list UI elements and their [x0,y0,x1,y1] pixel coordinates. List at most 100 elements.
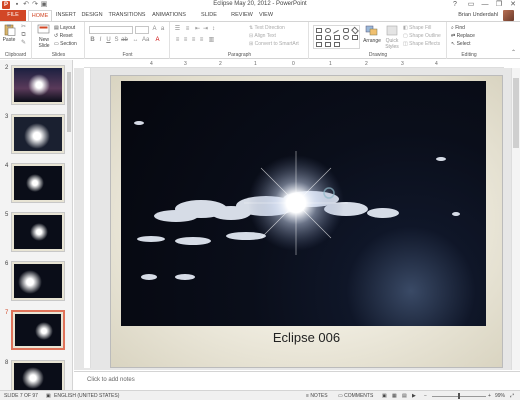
eclipse-photo[interactable] [121,81,486,326]
textbox-shape-icon[interactable] [316,35,322,40]
thumbnail-scroll-thumb[interactable] [67,72,71,132]
find-button[interactable]: ⌕ Find [451,25,465,32]
slide-thumbnail[interactable] [11,360,65,390]
tab-animations[interactable]: ANIMATIONS [150,10,188,21]
align-right-icon[interactable]: ≡ [190,37,197,44]
shape-fill-button[interactable]: ◧ Shape Fill [403,25,431,32]
arrow-shape-icon[interactable] [334,35,340,40]
help-button[interactable]: ? [448,0,462,10]
oval-shape-icon[interactable] [325,28,331,33]
shadow-icon[interactable]: S [113,37,120,44]
slideshow-view-icon[interactable]: ▶ [412,393,416,399]
avatar[interactable] [503,10,514,21]
slide-thumbnail[interactable] [11,212,65,252]
font-size-box[interactable] [135,26,149,34]
grow-font-icon[interactable]: A [151,26,158,33]
tab-design[interactable]: DESIGN [80,10,104,21]
ruler-mark: 3 [184,61,187,67]
notes-pane[interactable]: Click to add notes [74,371,520,389]
change-case-icon[interactable]: Aa [142,37,149,44]
arrange-button[interactable]: Arrange [363,25,381,44]
tab-transitions[interactable]: TRANSITIONS [108,10,146,21]
tab-slide-show[interactable]: SLIDE SHOW [192,10,226,29]
tab-file[interactable]: FILE [0,10,26,21]
convert-smartart-button[interactable]: ⊞ Convert to SmartArt [249,41,299,48]
slide-thumbnail[interactable] [11,114,65,154]
bold-icon[interactable]: B [89,37,96,44]
tab-view[interactable]: VIEW [257,10,275,21]
decrease-indent-icon[interactable]: ⇤ [194,26,201,33]
diamond-shape-icon[interactable] [351,26,359,35]
layout-button[interactable]: ▤ Layout [54,25,75,32]
rectangle-shape-icon[interactable] [316,28,322,33]
vertical-scrollbar[interactable] [511,68,520,370]
cut-icon[interactable]: ✂ [20,24,27,31]
italic-icon[interactable]: I [97,37,104,44]
rounded-rect-shape-icon[interactable] [343,28,349,33]
font-color-icon[interactable]: A [154,37,161,44]
text-direction-button[interactable]: ⇅ Text Direction [249,25,285,32]
format-painter-icon[interactable]: ✎ [20,40,27,47]
restore-button[interactable]: ❐ [492,0,506,10]
char-spacing-icon[interactable]: ↔ [132,37,139,44]
notes-button[interactable]: ≡ NOTES [306,393,328,399]
zoom-out-icon[interactable]: − [424,393,427,399]
triangle-shape-icon[interactable] [352,35,358,40]
quick-styles-icon [386,25,398,36]
center-icon[interactable]: ≡ [182,37,189,44]
tab-insert[interactable]: INSERT [55,10,77,21]
zoom-level[interactable]: 99% [495,393,505,399]
columns-icon[interactable]: ▥ [208,37,215,44]
numbering-icon[interactable]: ≡ [184,26,191,33]
align-text-button[interactable]: ⊟ Align Text [249,33,276,40]
normal-view-icon[interactable]: ▣ [382,393,387,399]
new-slide-button[interactable]: New Slide [35,24,53,49]
callout-shape-icon[interactable] [316,42,322,47]
fit-slide-icon[interactable]: ⤢ [510,393,514,399]
zoom-slider-handle[interactable] [458,393,460,399]
brace-shape-icon[interactable] [325,42,331,47]
reset-label: Reset [59,33,73,39]
paste-button[interactable]: Paste [1,24,17,43]
shape-effects-button[interactable]: ◫ Shape Effects [403,41,440,48]
ribbon-display-options-icon[interactable]: ▭ [464,0,478,10]
circle-shape-icon[interactable] [343,35,349,40]
slide-thumbnail[interactable] [11,65,65,105]
strikethrough-icon[interactable]: ab [121,37,128,44]
justify-icon[interactable]: ≡ [198,37,205,44]
line-spacing-icon[interactable]: ↕ [210,26,217,33]
slide-thumbnail-selected[interactable] [11,310,65,350]
replace-button[interactable]: ⇄ Replace [451,33,475,40]
shapes-gallery[interactable] [313,25,360,49]
font-name-box[interactable] [89,26,133,34]
bullets-icon[interactable]: ☰ [174,26,181,33]
section-button[interactable]: ▭ Section [54,41,77,48]
zoom-in-icon[interactable]: + [488,393,491,399]
shrink-font-icon[interactable]: a [159,26,166,33]
spell-check-icon[interactable]: ▣ [46,393,51,399]
reset-button[interactable]: ↺ Reset [54,33,73,40]
copy-icon[interactable]: ⧉ [20,32,27,39]
scroll-thumb[interactable] [513,78,519,148]
slide-caption[interactable]: Eclipse 006 [110,330,503,345]
language-status[interactable]: ENGLISH (UNITED STATES) [54,393,119,399]
arc-shape-icon[interactable] [325,35,331,40]
select-button[interactable]: ↖ Select [451,41,471,48]
slide-thumbnail[interactable] [11,261,65,301]
slide-sorter-icon[interactable]: ▦ [392,393,397,399]
close-button[interactable]: ✕ [506,0,520,10]
shape-outline-button[interactable]: ▢ Shape Outline [403,33,441,40]
thumbnail-scrollbar[interactable] [67,64,71,384]
align-left-icon[interactable]: ≡ [174,37,181,44]
underline-icon[interactable]: U [105,37,112,44]
minimize-button[interactable]: — [478,0,492,10]
collapse-ribbon-icon[interactable]: ⌃ [511,49,516,56]
comments-button[interactable]: ▭ COMMENTS [338,393,373,399]
slide-thumbnail[interactable] [11,163,65,203]
quick-styles-button[interactable]: Quick Styles [383,25,401,50]
increase-indent-icon[interactable]: ⇥ [202,26,209,33]
reading-view-icon[interactable]: ▤ [402,393,407,399]
star-shape-icon[interactable] [334,42,340,47]
user-name[interactable]: Brian Underdahl [458,12,498,18]
tab-review[interactable]: REVIEW [230,10,254,21]
